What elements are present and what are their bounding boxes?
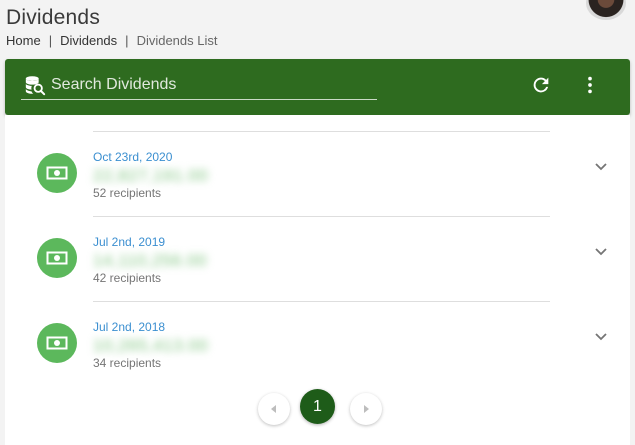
breadcrumb-current: Dividends List — [136, 33, 218, 48]
chevron-down-icon[interactable] — [593, 329, 609, 345]
dividend-row[interactable]: Oct 23rd, 2020 22,827,191.00 52 recipien… — [5, 133, 630, 218]
search-box[interactable] — [21, 71, 377, 100]
divider — [93, 301, 550, 302]
dividend-date: Jul 2nd, 2018 — [93, 320, 166, 334]
breadcrumb-home[interactable]: Home — [6, 33, 41, 48]
refresh-icon — [530, 74, 552, 101]
dividends-toolbar — [5, 59, 630, 115]
page-title: Dividends — [6, 6, 101, 29]
dividends-list: Oct 23rd, 2020 22,827,191.00 52 recipien… — [5, 115, 630, 445]
dividend-date: Jul 2nd, 2019 — [93, 235, 166, 249]
divider — [93, 216, 550, 217]
page-button-current[interactable]: 1 — [300, 389, 335, 424]
chevron-right-icon — [363, 400, 369, 418]
divider — [93, 131, 550, 132]
chevron-down-icon[interactable] — [593, 244, 609, 260]
dividend-recipients: 34 recipients — [93, 356, 162, 370]
search-input[interactable] — [51, 76, 371, 94]
breadcrumb-separator: | — [125, 33, 129, 48]
breadcrumb-separator: | — [48, 33, 53, 48]
database-search-icon — [24, 74, 46, 96]
breadcrumb: Home | Dividends | Dividends List — [6, 33, 218, 48]
dividend-row[interactable]: Jul 2nd, 2019 14,110,256.00 42 recipient… — [5, 218, 630, 303]
chevron-down-icon[interactable] — [593, 159, 609, 175]
chevron-left-icon — [271, 400, 277, 418]
dividend-amount: 10,265,413.00 — [93, 336, 209, 355]
dividend-row[interactable]: Jul 2nd, 2018 10,265,413.00 34 recipient… — [5, 303, 630, 388]
dividend-amount: 14,110,256.00 — [93, 251, 207, 270]
dividend-amount: 22,827,191.00 — [93, 166, 209, 185]
dividend-date: Oct 23rd, 2020 — [93, 150, 173, 164]
dividend-recipients: 52 recipients — [93, 186, 162, 200]
dividend-recipients: 42 recipients — [93, 271, 162, 285]
cash-icon — [37, 323, 77, 363]
previous-page-button[interactable] — [258, 393, 290, 425]
cash-icon — [37, 153, 77, 193]
more-options-button[interactable] — [578, 75, 602, 99]
avatar[interactable] — [586, 0, 626, 20]
breadcrumb-dividends[interactable]: Dividends — [60, 33, 117, 48]
more-vert-icon — [579, 74, 601, 101]
refresh-button[interactable] — [529, 75, 553, 99]
next-page-button[interactable] — [350, 393, 382, 425]
cash-icon — [37, 238, 77, 278]
